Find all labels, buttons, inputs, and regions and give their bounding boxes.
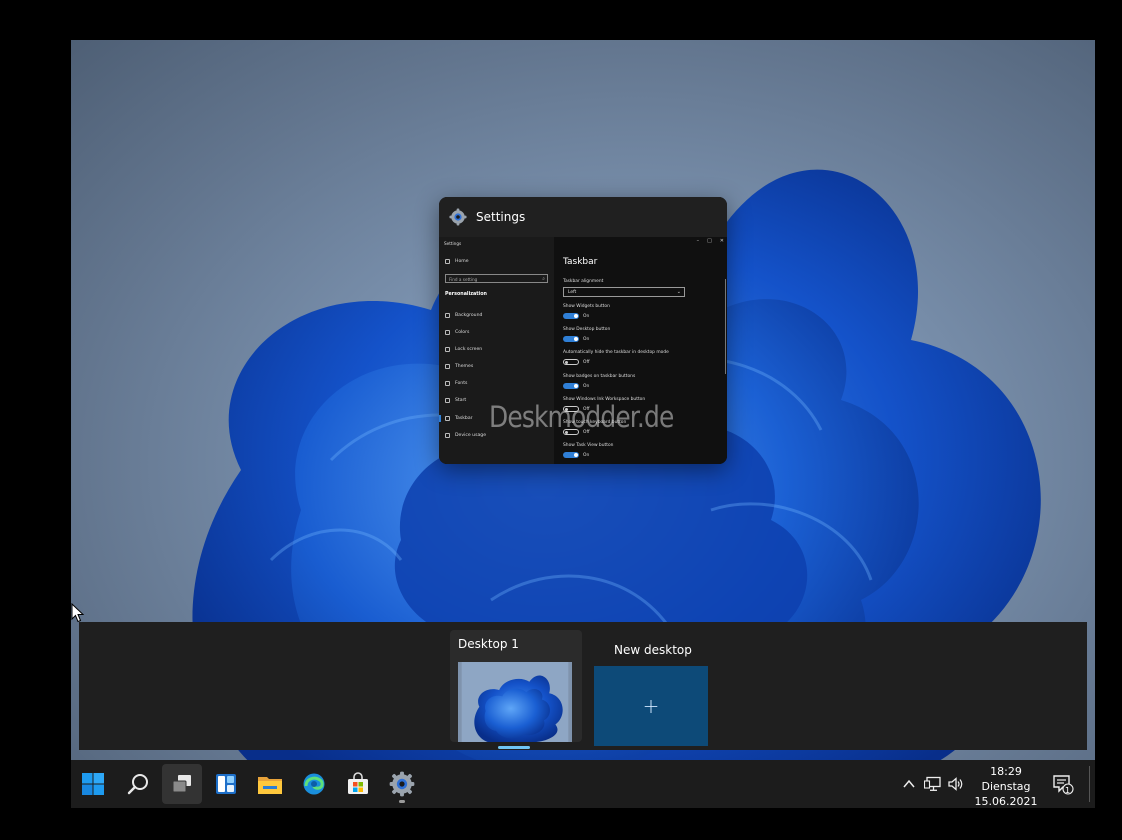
search-icon — [127, 774, 148, 795]
chevron-up-icon — [903, 779, 915, 788]
notification-count: 1 — [1065, 786, 1071, 795]
thumbnail-toggle — [563, 383, 579, 389]
notification-center-button[interactable]: 1 — [1049, 764, 1077, 804]
chevron-down-icon: ⌄ — [676, 289, 681, 295]
thumbnail-toggle — [563, 313, 579, 319]
mouse-cursor-icon — [71, 603, 85, 623]
thumbnail-window-controls: – □ ✕ — [697, 238, 724, 244]
thumbnail-nav-item: Colors — [445, 330, 469, 335]
speaker-icon — [948, 777, 963, 791]
thumbnail-toggle — [563, 359, 579, 365]
thumbnail-nav-item: Themes — [445, 364, 473, 369]
store-icon — [348, 772, 368, 794]
taskbar: 18:29 Dienstag 15.06.2021 1 — [71, 760, 1095, 808]
clock-time: 18:29 — [990, 765, 1022, 778]
desktop-1-card[interactable]: Desktop 1 — [450, 630, 582, 749]
task-view-button[interactable] — [162, 764, 202, 804]
desktop-screen: Settings Settings Home Find a setting ⌕ … — [71, 40, 1095, 808]
running-indicator — [399, 800, 405, 803]
show-hidden-icons-button[interactable] — [899, 764, 919, 804]
thumbnail-toggle — [563, 452, 579, 458]
desktop-1-label: Desktop 1 — [458, 637, 519, 651]
watermark-text: Deskmodder.de — [489, 400, 674, 434]
windows-start-icon — [82, 773, 104, 795]
network-icon — [924, 776, 941, 791]
thumbnail-option-label: Show Desktop button — [563, 327, 611, 332]
thumbnail-option-label: Show Task View button — [563, 443, 614, 448]
settings-gear-icon — [449, 208, 467, 226]
thumbnail-toggle — [563, 336, 579, 342]
plus-icon: + — [642, 694, 660, 718]
widgets-button[interactable] — [206, 764, 246, 804]
minimize-icon: – — [696, 238, 700, 244]
widgets-icon — [216, 774, 236, 794]
clock-day: Dienstag — [981, 780, 1031, 793]
close-icon: ✕ — [719, 238, 724, 244]
thumbnail-search-box: Find a setting ⌕ — [445, 274, 548, 283]
clock-date: 15.06.2021 — [974, 795, 1038, 808]
thumbnail-nav-item: Start — [445, 398, 466, 403]
task-view-icon — [172, 775, 191, 793]
thumbnail-page-title: Taskbar — [563, 257, 598, 267]
settings-taskbar-button[interactable] — [382, 764, 422, 804]
active-desktop-indicator — [498, 746, 530, 749]
search-button[interactable] — [118, 764, 158, 804]
file-explorer-button[interactable] — [250, 764, 290, 804]
show-desktop-edge[interactable] — [1089, 766, 1090, 802]
home-icon — [445, 259, 450, 264]
desktop-1-thumbnail[interactable] — [458, 662, 572, 742]
thumbnail-nav-item: Lock screen — [445, 347, 482, 352]
network-button[interactable] — [922, 764, 944, 804]
thumbnail-nav-item: Fonts — [445, 381, 467, 386]
maximize-icon: □ — [707, 238, 712, 244]
thumbnail-nav-item: Background — [445, 313, 482, 318]
search-icon: ⌕ — [542, 275, 545, 282]
clock-button[interactable]: 18:29 Dienstag 15.06.2021 — [969, 764, 1043, 808]
edge-button[interactable] — [294, 764, 334, 804]
volume-button[interactable] — [945, 764, 967, 804]
desktop-1-wallpaper-preview — [461, 662, 569, 742]
new-desktop-label: New desktop — [614, 643, 692, 657]
settings-window-header[interactable]: Settings — [439, 197, 727, 237]
thumbnail-nav-item: Device usage — [445, 433, 486, 438]
new-desktop-card[interactable]: New desktop + — [594, 630, 726, 746]
thumbnail-alignment-label: Taskbar alignment — [563, 279, 604, 284]
thumbnail-option-label: Show badges on taskbar buttons — [563, 374, 636, 379]
notification-icon — [1053, 775, 1074, 795]
thumbnail-option-label: Automatically hide the taskbar in deskto… — [563, 350, 669, 355]
new-desktop-button[interactable]: + — [594, 666, 708, 746]
thumbnail-alignment-dropdown: Left ⌄ — [563, 287, 685, 297]
edge-icon — [303, 773, 325, 795]
store-button[interactable] — [338, 764, 378, 804]
thumbnail-section-title: Personalization — [445, 292, 487, 297]
settings-icon — [389, 771, 415, 797]
virtual-desktops-bar: Desktop 1 New desktop + — [79, 622, 1087, 750]
thumbnail-app-label: Settings — [444, 241, 462, 246]
thumbnail-nav-home: Home — [445, 259, 469, 264]
thumbnail-option-label: Show Widgets button — [563, 304, 610, 309]
thumbnail-scrollbar — [724, 279, 726, 374]
file-explorer-icon — [258, 777, 282, 794]
settings-window-title: Settings — [476, 210, 526, 224]
thumbnail-nav-item-taskbar: Taskbar — [445, 416, 473, 421]
start-button[interactable] — [73, 764, 113, 804]
thumbnail-selection-bar — [439, 415, 441, 422]
